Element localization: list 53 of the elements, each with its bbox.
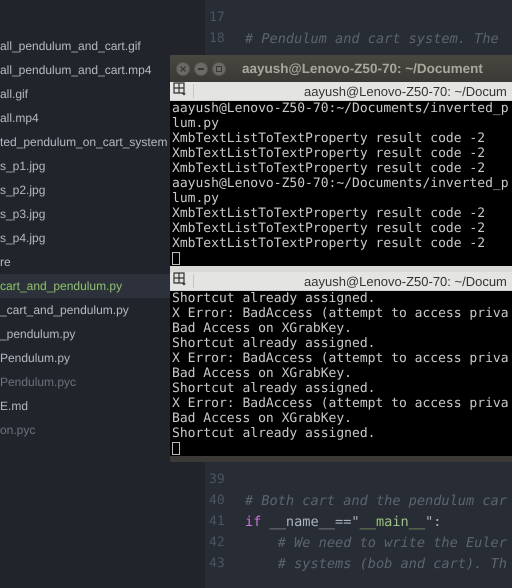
- code-line: # Pendulum and cart system. The: [245, 30, 499, 46]
- file-row[interactable]: cart_and_pendulum.py: [0, 274, 170, 298]
- file-row[interactable]: all_pendulum_and_cart.gif: [0, 34, 170, 58]
- terminal-line: XmbTextListToTextProperty result code -2: [172, 236, 486, 251]
- maximize-icon: [216, 66, 222, 72]
- terminal-line: lum.py: [172, 191, 220, 206]
- terminal-line: Bad Access on XGrabKey.: [172, 411, 354, 426]
- terminal-line: XmbTextListToTextProperty result code -2: [172, 206, 486, 221]
- terminal-line: XmbTextListToTextProperty result code -2: [172, 161, 486, 176]
- file-row[interactable]: _pendulum.py: [0, 322, 170, 346]
- terminal-line: X Error: BadAccess (attempt to access priva: [172, 351, 510, 366]
- file-row[interactable]: s_p4.jpg: [0, 226, 170, 250]
- window-title: aayush@Lenovo-Z50-70: ~/Document: [242, 61, 483, 76]
- close-icon: [180, 66, 186, 72]
- file-row[interactable]: E.md: [0, 394, 170, 418]
- file-row[interactable]: Pendulum.py: [0, 346, 170, 370]
- terminal-line: Bad Access on XGrabKey.: [172, 321, 354, 336]
- layout-menu-icon[interactable]: [173, 82, 187, 96]
- terminal-line: Shortcut already assigned.: [172, 426, 376, 441]
- terminal-line: aayush@Lenovo-Z50-70:~/Documents/inverted_p: [172, 176, 510, 191]
- terminal-line: aayush@Lenovo-Z50-70:~/Documents/inverted_p: [172, 101, 510, 116]
- pane-title: aayush@Lenovo-Z50-70: ~/Docum: [304, 274, 507, 288]
- terminal-line: Shortcut already assigned.: [172, 336, 376, 351]
- terminal-line: Bad Access on XGrabKey.: [172, 366, 354, 381]
- minimize-button[interactable]: [194, 62, 208, 76]
- terminal-line: XmbTextListToTextProperty result code -2: [172, 131, 486, 146]
- file-row[interactable]: s_p2.jpg: [0, 178, 170, 202]
- code-line: if __name__=="__main__":: [245, 514, 442, 530]
- close-button[interactable]: [176, 62, 190, 76]
- maximize-button[interactable]: [212, 62, 226, 76]
- terminal-line: XmbTextListToTextProperty result code -2: [172, 221, 486, 236]
- file-row[interactable]: _cart_and_pendulum.py: [0, 298, 170, 322]
- file-row[interactable]: re: [0, 250, 170, 274]
- file-row[interactable]: s_p3.jpg: [0, 202, 170, 226]
- code-line: # We need to write the Euler: [276, 534, 507, 550]
- terminal-line: X Error: BadAccess (attempt to access priva: [172, 306, 510, 321]
- file-row[interactable]: all_pendulum_and_cart.mp4: [0, 58, 170, 82]
- file-row[interactable]: all.mp4: [0, 106, 170, 130]
- text-cursor: [172, 252, 180, 265]
- terminal-line: Shortcut already assigned.: [172, 381, 376, 396]
- file-row[interactable]: s_p1.jpg: [0, 154, 170, 178]
- terminal-line: Shortcut already assigned.: [172, 291, 376, 306]
- text-cursor: [172, 442, 180, 455]
- code-line: # Both cart and the pendulum car: [245, 492, 507, 508]
- terminal-line: lum.py: [172, 116, 220, 131]
- minimize-icon: [198, 68, 204, 70]
- terminal-line: XmbTextListToTextProperty result code -2: [172, 146, 486, 161]
- file-row[interactable]: ted_pendulum_on_cart_system: [0, 130, 170, 154]
- layout-menu-icon[interactable]: [173, 272, 187, 286]
- file-row[interactable]: all.gif: [0, 82, 170, 106]
- code-line: # systems (bob and cart). Th: [276, 556, 507, 572]
- terminal-line: X Error: BadAccess (attempt to access priva: [172, 396, 510, 411]
- pane-title: aayush@Lenovo-Z50-70: ~/Docum: [304, 84, 507, 98]
